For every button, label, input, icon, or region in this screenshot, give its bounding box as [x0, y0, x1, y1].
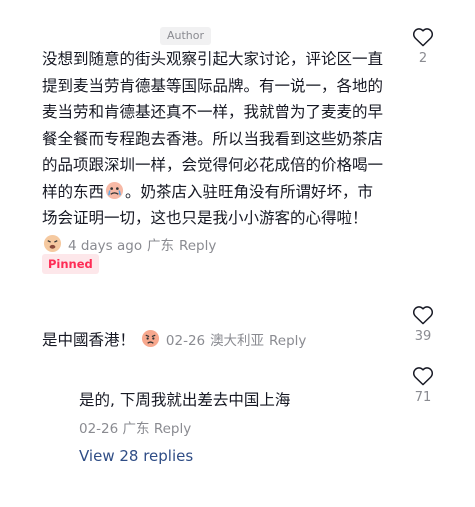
- angry-face-emoji: [141, 329, 160, 348]
- reply-text: 是的, 下周我就出差去中国上海: [79, 391, 291, 409]
- reply-button[interactable]: Reply: [154, 421, 191, 437]
- like-count: 71: [414, 390, 432, 405]
- comment-2-date: 02-26: [165, 333, 206, 349]
- reply-meta: 02-26 广东 Reply: [79, 417, 191, 437]
- main-comment-text: 没想到随意的街头观察引起大家讨论，评论区一直提到麦当劳肯德基等国际品牌。有一说一…: [42, 46, 387, 259]
- like-control[interactable]: 39: [403, 305, 443, 344]
- comment-2-location: 澳大利亚: [210, 333, 265, 349]
- crying-face-emoji: [105, 181, 124, 200]
- weary-face-emoji: [43, 234, 62, 253]
- comment-location: 广东: [147, 237, 175, 254]
- comment-2: 是中國香港！ 02-26 澳大利亚 Reply: [42, 329, 306, 352]
- like-control[interactable]: 2: [403, 27, 443, 66]
- heart-icon[interactable]: [403, 27, 443, 47]
- comment-2-text: 是中國香港！: [42, 331, 136, 349]
- heart-icon[interactable]: [403, 366, 443, 386]
- pinned-badge: Pinned: [42, 254, 99, 274]
- like-control[interactable]: 71: [403, 366, 443, 405]
- like-count: 39: [414, 329, 432, 344]
- like-count: 2: [418, 51, 428, 66]
- comment-time: 4 days ago: [67, 237, 143, 254]
- reply-location: 广东: [122, 421, 150, 437]
- author-badge: Author: [160, 27, 212, 45]
- reply-date: 02-26: [79, 421, 119, 437]
- view-replies-link[interactable]: View 28 replies: [79, 447, 193, 465]
- heart-icon[interactable]: [403, 305, 443, 325]
- reply-button[interactable]: Reply: [269, 333, 306, 349]
- comment-text-part1: 没想到随意的街头观察引起大家讨论，评论区一直提到麦当劳肯德基等国际品牌。有一说一…: [42, 50, 384, 201]
- reply-button[interactable]: Reply: [179, 238, 216, 254]
